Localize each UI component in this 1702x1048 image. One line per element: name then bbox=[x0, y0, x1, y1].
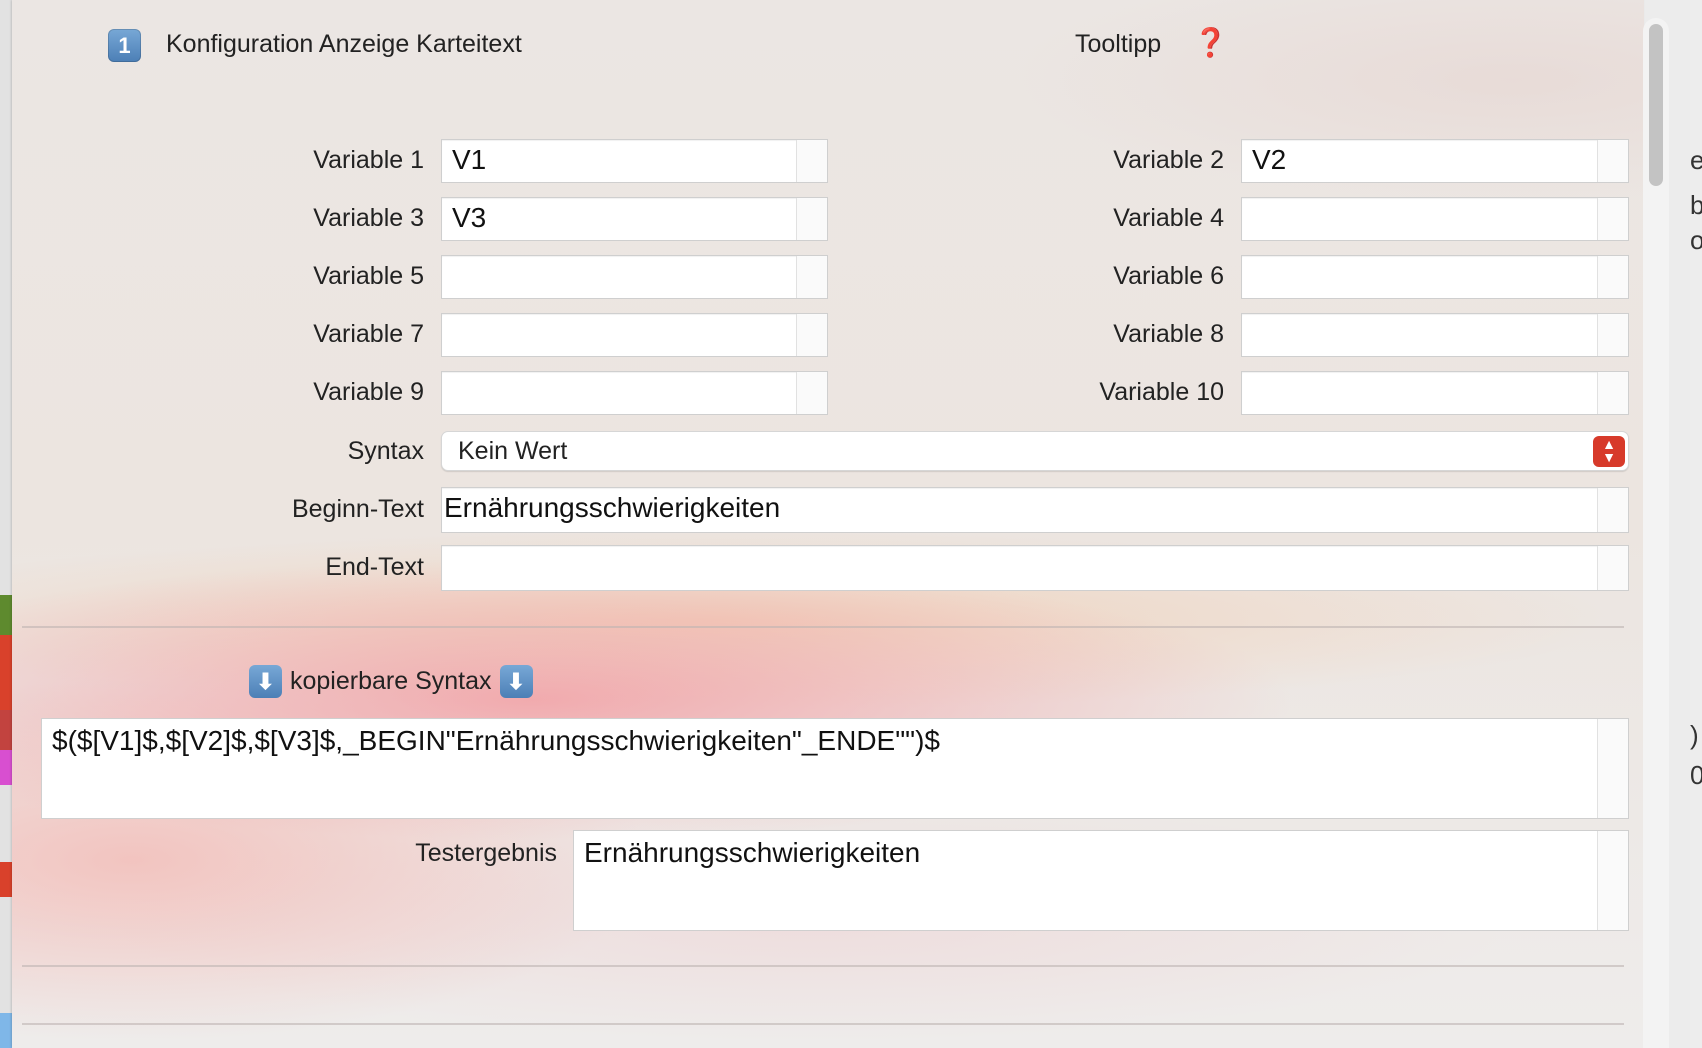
section-divider bbox=[22, 626, 1624, 628]
select-chevrons-icon: ▲ ▼ bbox=[1593, 436, 1625, 467]
variable-2-label: Variable 2 bbox=[1113, 146, 1224, 174]
variable-4-field[interactable] bbox=[1241, 197, 1629, 241]
variable-5-label: Variable 5 bbox=[313, 262, 424, 290]
variable-1-label: Variable 1 bbox=[313, 146, 424, 174]
down-arrow-icon: ⬇ bbox=[499, 665, 533, 698]
variable-10-label: Variable 10 bbox=[1099, 378, 1224, 406]
begin-text-label: Beginn-Text bbox=[291, 495, 424, 523]
variable-5-field[interactable] bbox=[441, 255, 828, 299]
section-number-icon: 1 bbox=[108, 29, 141, 62]
variable-9-field[interactable] bbox=[441, 371, 828, 415]
variable-9-label: Variable 9 bbox=[313, 378, 424, 406]
page-title: Konfiguration Anzeige Karteitext bbox=[166, 30, 522, 58]
variable-7-label: Variable 7 bbox=[313, 320, 424, 348]
variable-8-field[interactable] bbox=[1241, 313, 1629, 357]
variable-6-label: Variable 6 bbox=[1113, 262, 1224, 290]
variable-8-label: Variable 8 bbox=[1113, 320, 1224, 348]
copyable-syntax-textarea[interactable]: $($[V1]$,$[V2]$,$[V3]$,_BEGIN"Ernährungs… bbox=[41, 718, 1629, 819]
variable-10-field[interactable] bbox=[1241, 371, 1629, 415]
down-arrow-icon: ⬇ bbox=[249, 665, 282, 698]
variable-3-label: Variable 3 bbox=[313, 204, 424, 232]
end-text-field[interactable] bbox=[441, 545, 1629, 591]
tooltip-label: Tooltipp bbox=[1075, 30, 1162, 58]
scrollbar-thumb[interactable] bbox=[1649, 24, 1663, 186]
variable-4-label: Variable 4 bbox=[1113, 204, 1224, 232]
background-left-strip bbox=[0, 0, 12, 1048]
section-divider bbox=[22, 965, 1624, 967]
help-question-icon[interactable]: ❓ bbox=[1193, 26, 1228, 59]
test-result-textarea[interactable]: Ernährungsschwierigkeiten bbox=[573, 830, 1629, 931]
section-divider bbox=[22, 1023, 1624, 1025]
variable-6-field[interactable] bbox=[1241, 255, 1629, 299]
variable-2-field[interactable]: V2 bbox=[1241, 139, 1629, 183]
variable-7-field[interactable] bbox=[441, 313, 828, 357]
syntax-label: Syntax bbox=[347, 437, 424, 465]
end-text-label: End-Text bbox=[325, 553, 424, 581]
test-result-label: Testergebnis bbox=[415, 839, 557, 867]
copyable-syntax-label: kopierbare Syntax bbox=[290, 667, 492, 695]
variable-1-field[interactable]: V1 bbox=[441, 139, 828, 183]
copyable-syntax-heading: ⬇ kopierbare Syntax ⬇ bbox=[249, 665, 533, 698]
syntax-select[interactable]: Kein Wert ▲ ▼ bbox=[441, 431, 1629, 471]
variable-3-field[interactable]: V3 bbox=[441, 197, 828, 241]
begin-text-field[interactable]: Ernährungsschwierigkeiten bbox=[441, 487, 1629, 533]
background-right-strip: e b o ) 0 bbox=[1690, 0, 1702, 1048]
